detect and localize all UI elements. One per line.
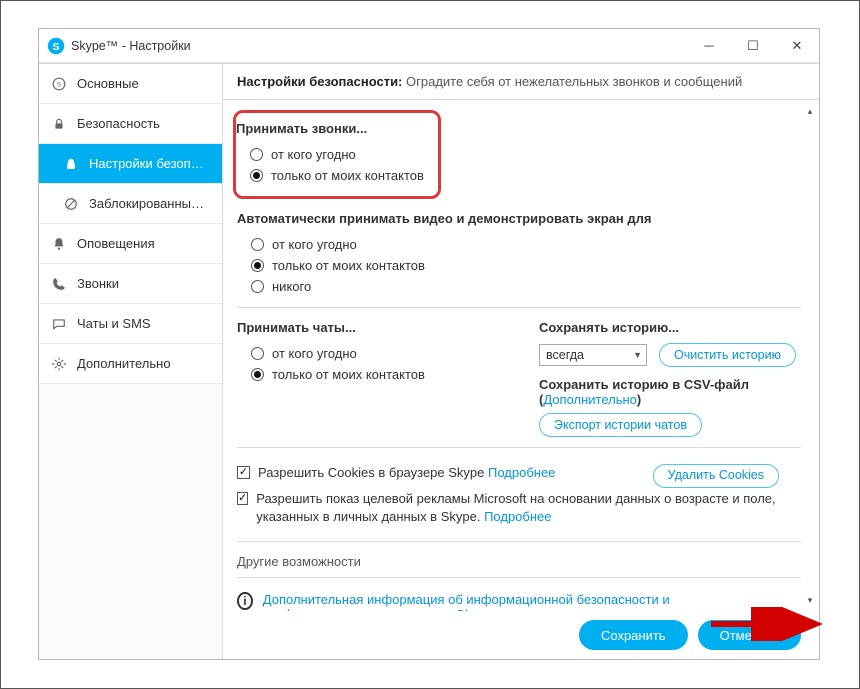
cookies-more-link[interactable]: Подробнее: [488, 465, 555, 480]
sidebar-item-advanced[interactable]: Дополнительно: [39, 344, 222, 384]
sidebar-item-label: Настройки безопасно...: [89, 156, 210, 171]
sidebar-item-chats[interactable]: Чаты и SMS: [39, 304, 222, 344]
window-body: S Основные Безопасность Настройки безопа…: [39, 63, 819, 659]
bell-icon: [51, 236, 67, 252]
divider: [237, 307, 801, 308]
radio-icon: [250, 169, 263, 182]
header-title: Настройки безопасности:: [237, 74, 402, 89]
select-value: всегда: [546, 348, 584, 362]
sidebar-item-label: Оповещения: [77, 236, 210, 251]
video-anyone-radio[interactable]: от кого угодно: [237, 234, 801, 255]
sidebar-item-general[interactable]: S Основные: [39, 64, 222, 104]
radio-icon: [251, 259, 264, 272]
chats-col: Принимать чаты... от кого угодно только …: [237, 320, 499, 437]
footer: Сохранить Отменить: [223, 611, 819, 659]
video-nobody-radio[interactable]: никого: [237, 276, 801, 297]
sidebar-item-label: Чаты и SMS: [77, 316, 210, 331]
cookies-row-1: Разрешить Cookies в браузере Skype Подро…: [237, 460, 801, 486]
cookies-checkbox[interactable]: [237, 466, 250, 479]
radio-icon: [250, 148, 263, 161]
video-contacts-radio[interactable]: только от моих контактов: [237, 255, 801, 276]
radio-label: от кого угодно: [271, 147, 356, 162]
content: Настройки безопасности: Оградите себя от…: [223, 64, 819, 659]
block-icon: [63, 196, 79, 212]
minimize-button[interactable]: ─: [687, 29, 731, 62]
scrollbar[interactable]: ▴ ▾: [803, 104, 817, 607]
sidebar-item-label: Заблокированные по...: [89, 196, 210, 211]
lock-icon: [63, 156, 79, 172]
radio-label: никого: [272, 279, 311, 294]
ads-checkbox[interactable]: [237, 492, 248, 505]
csv-label: Сохранить историю в CSV-файл (Дополнител…: [539, 377, 801, 407]
video-title: Автоматически принимать видео и демонстр…: [237, 211, 801, 226]
skype-logo-icon: S: [47, 37, 65, 55]
annotation-arrow-icon: [707, 607, 827, 641]
chevron-down-icon: ▼: [633, 350, 642, 360]
lock-icon: [51, 116, 67, 132]
sidebar: S Основные Безопасность Настройки безопа…: [39, 64, 223, 659]
history-title: Сохранять историю...: [539, 320, 801, 335]
sidebar-item-security[interactable]: Безопасность: [39, 104, 222, 144]
calls-title: Принимать звонки...: [236, 121, 426, 136]
content-header: Настройки безопасности: Оградите себя от…: [223, 64, 819, 100]
other-title: Другие возможности: [237, 554, 801, 569]
radio-icon: [251, 238, 264, 251]
titlebar: S Skype™ - Настройки ─ ☐ ✕: [39, 29, 819, 63]
two-col-section: Принимать чаты... от кого угодно только …: [237, 320, 801, 437]
svg-text:S: S: [57, 81, 61, 88]
svg-text:S: S: [52, 40, 59, 52]
gear-icon: [51, 356, 67, 372]
radio-label: только от моих контактов: [271, 168, 424, 183]
history-col: Сохранять историю... всегда ▼ Очистить и…: [539, 320, 801, 437]
sidebar-item-security-settings[interactable]: Настройки безопасно...: [39, 144, 222, 184]
radio-icon: [251, 368, 264, 381]
divider: [237, 541, 801, 542]
sidebar-item-label: Звонки: [77, 276, 210, 291]
sidebar-item-label: Безопасность: [77, 116, 210, 131]
csv-more-link[interactable]: Дополнительно: [543, 392, 637, 407]
divider: [237, 577, 801, 578]
radio-label: от кого угодно: [272, 346, 357, 361]
divider: [237, 447, 801, 448]
window-title: Skype™ - Настройки: [71, 39, 687, 53]
phone-icon: [51, 276, 67, 292]
cookies-label: Разрешить Cookies в браузере Skype Подро…: [258, 464, 555, 482]
info-icon: i: [237, 592, 253, 610]
radio-icon: [251, 347, 264, 360]
clear-history-button[interactable]: Очистить историю: [659, 343, 796, 367]
radio-label: только от моих контактов: [272, 367, 425, 382]
chats-contacts-radio[interactable]: только от моих контактов: [237, 364, 499, 385]
chats-anyone-radio[interactable]: от кого угодно: [237, 343, 499, 364]
history-select[interactable]: всегда ▼: [539, 344, 647, 366]
export-history-button[interactable]: Экспорт истории чатов: [539, 413, 702, 437]
close-button[interactable]: ✕: [775, 29, 819, 62]
sidebar-item-calls[interactable]: Звонки: [39, 264, 222, 304]
chats-title: Принимать чаты...: [237, 320, 499, 335]
ads-label: Разрешить показ целевой рекламы Microsof…: [256, 490, 801, 526]
chat-icon: [51, 316, 67, 332]
callout-highlight: Принимать звонки... от кого угодно тольк…: [233, 110, 441, 199]
sidebar-item-blocked[interactable]: Заблокированные по...: [39, 184, 222, 224]
calls-contacts-radio[interactable]: только от моих контактов: [236, 165, 426, 186]
header-subtitle: Оградите себя от нежелательных звонков и…: [406, 74, 742, 89]
radio-label: только от моих контактов: [272, 258, 425, 273]
sidebar-item-notifications[interactable]: Оповещения: [39, 224, 222, 264]
maximize-button[interactable]: ☐: [731, 29, 775, 62]
sidebar-item-label: Основные: [77, 76, 210, 91]
scroll-down-icon[interactable]: ▾: [803, 593, 817, 607]
settings-window: S Skype™ - Настройки ─ ☐ ✕ S Основные Бе…: [38, 28, 820, 660]
sidebar-item-label: Дополнительно: [77, 356, 210, 371]
calls-anyone-radio[interactable]: от кого угодно: [236, 144, 426, 165]
ads-row: Разрешить показ целевой рекламы Microsof…: [237, 486, 801, 530]
scroll-up-icon[interactable]: ▴: [803, 104, 817, 118]
content-scroll: Принимать звонки... от кого угодно тольк…: [223, 100, 819, 611]
ads-more-link[interactable]: Подробнее: [484, 509, 551, 524]
radio-label: от кого угодно: [272, 237, 357, 252]
radio-icon: [251, 280, 264, 293]
save-button[interactable]: Сохранить: [579, 620, 688, 650]
delete-cookies-button[interactable]: Удалить Cookies: [653, 464, 779, 488]
skype-icon: S: [51, 76, 67, 92]
scroll-track[interactable]: [803, 118, 817, 593]
